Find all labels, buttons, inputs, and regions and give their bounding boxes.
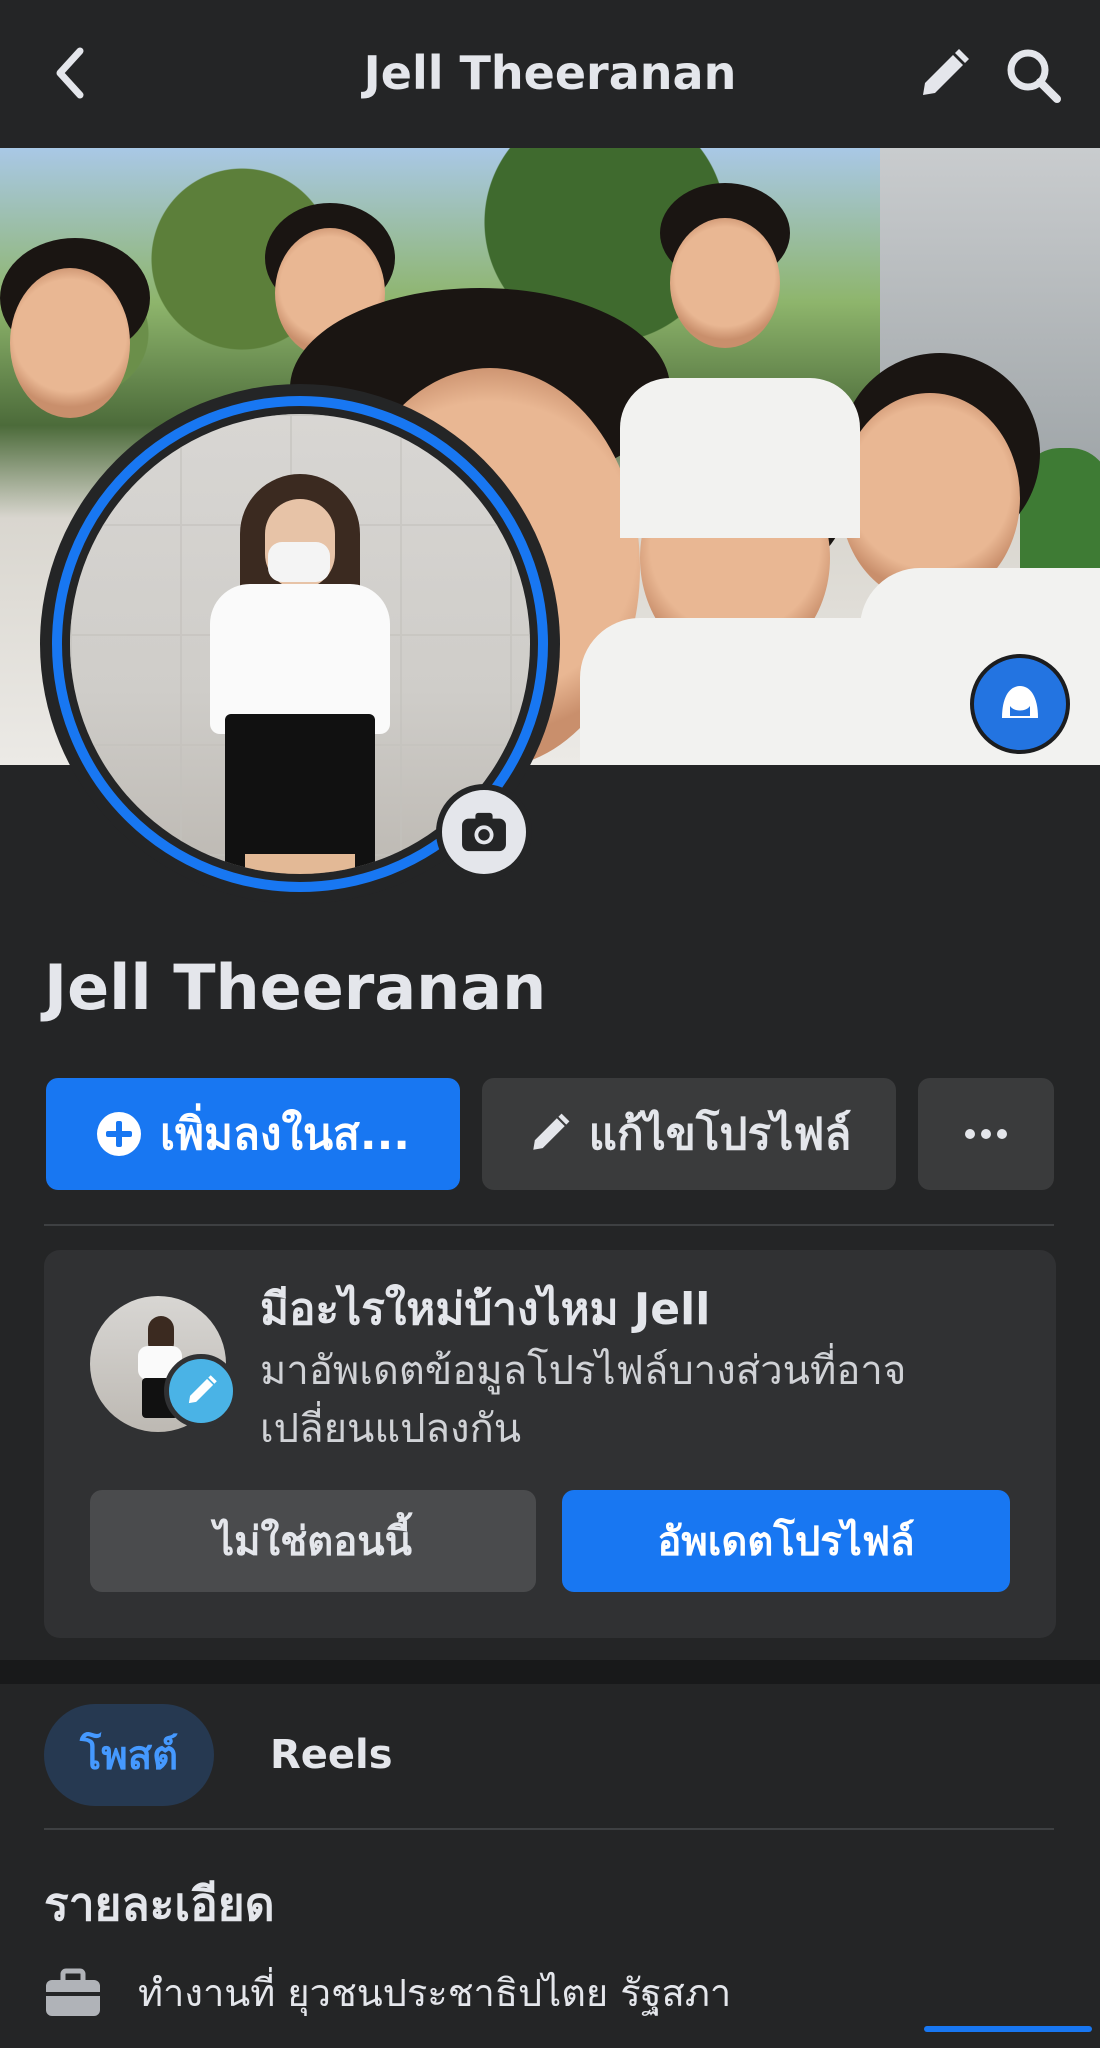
cover-person-face xyxy=(670,218,780,348)
card-description: มาอัพเดตข้อมูลโปรไฟล์บางส่วนที่อาจเปลี่ย… xyxy=(260,1348,907,1452)
pencil-icon xyxy=(532,1113,570,1150)
edit-profile-label: แก้ไขโปรไฟล์ xyxy=(588,1109,852,1160)
search-icon xyxy=(1007,49,1061,103)
divider xyxy=(44,1828,1054,1830)
section-separator xyxy=(0,1660,1100,1684)
not-now-button[interactable]: ไม่ใช่ตอนนี้ xyxy=(90,1490,536,1592)
more-options-button[interactable] xyxy=(918,1078,1054,1190)
tab-posts[interactable]: โพสต์ xyxy=(44,1704,214,1806)
work-text: ทำงานที่ ยุวชนประชาธิปไตย รัฐสภา xyxy=(138,1971,732,2015)
cover-shirt xyxy=(860,568,1100,765)
chevron-left-icon xyxy=(56,47,84,99)
update-profile-card: มีอะไรใหม่บ้างไหม Jell มาอัพเดตข้อมูลโปร… xyxy=(44,1250,1056,1638)
edit-button[interactable] xyxy=(908,40,978,110)
details-heading: รายละเอียด xyxy=(44,1877,275,1931)
avatar-button[interactable] xyxy=(970,654,1070,754)
top-bar: Jell Theeranan xyxy=(0,0,1100,148)
more-icon xyxy=(965,1129,1007,1139)
cover-person-face xyxy=(10,268,130,418)
page-title: Jell Theeranan xyxy=(363,46,737,100)
divider xyxy=(44,1224,1054,1226)
profile-name: Jell Theeranan xyxy=(44,951,547,1024)
cover-shirt xyxy=(620,378,860,538)
add-to-story-label: เพิ่มลงในส... xyxy=(159,1109,411,1160)
add-to-story-button[interactable]: เพิ่มลงในส... xyxy=(46,1078,460,1190)
avatar-icon xyxy=(1002,686,1038,718)
edit-badge xyxy=(164,1354,238,1428)
profile-camera-button[interactable] xyxy=(436,784,532,880)
plus-circle-icon xyxy=(96,1112,141,1156)
scroll-indicator xyxy=(924,2026,1092,2032)
work-detail-row: ทำงานที่ ยุวชนประชาธิปไตย รัฐสภา xyxy=(44,1962,731,2023)
back-button[interactable] xyxy=(40,38,100,108)
pencil-icon xyxy=(923,49,969,95)
camera-icon xyxy=(462,812,506,852)
update-profile-button[interactable]: อัพเดตโปรไฟล์ xyxy=(562,1490,1010,1592)
card-headline: มีอะไรใหม่บ้างไหม Jell xyxy=(260,1284,711,1335)
search-button[interactable] xyxy=(995,38,1071,112)
pencil-icon xyxy=(188,1375,217,1404)
tab-reels[interactable]: Reels xyxy=(270,1704,393,1806)
briefcase-icon xyxy=(46,1968,100,2016)
edit-profile-button[interactable]: แก้ไขโปรไฟล์ xyxy=(482,1078,896,1190)
